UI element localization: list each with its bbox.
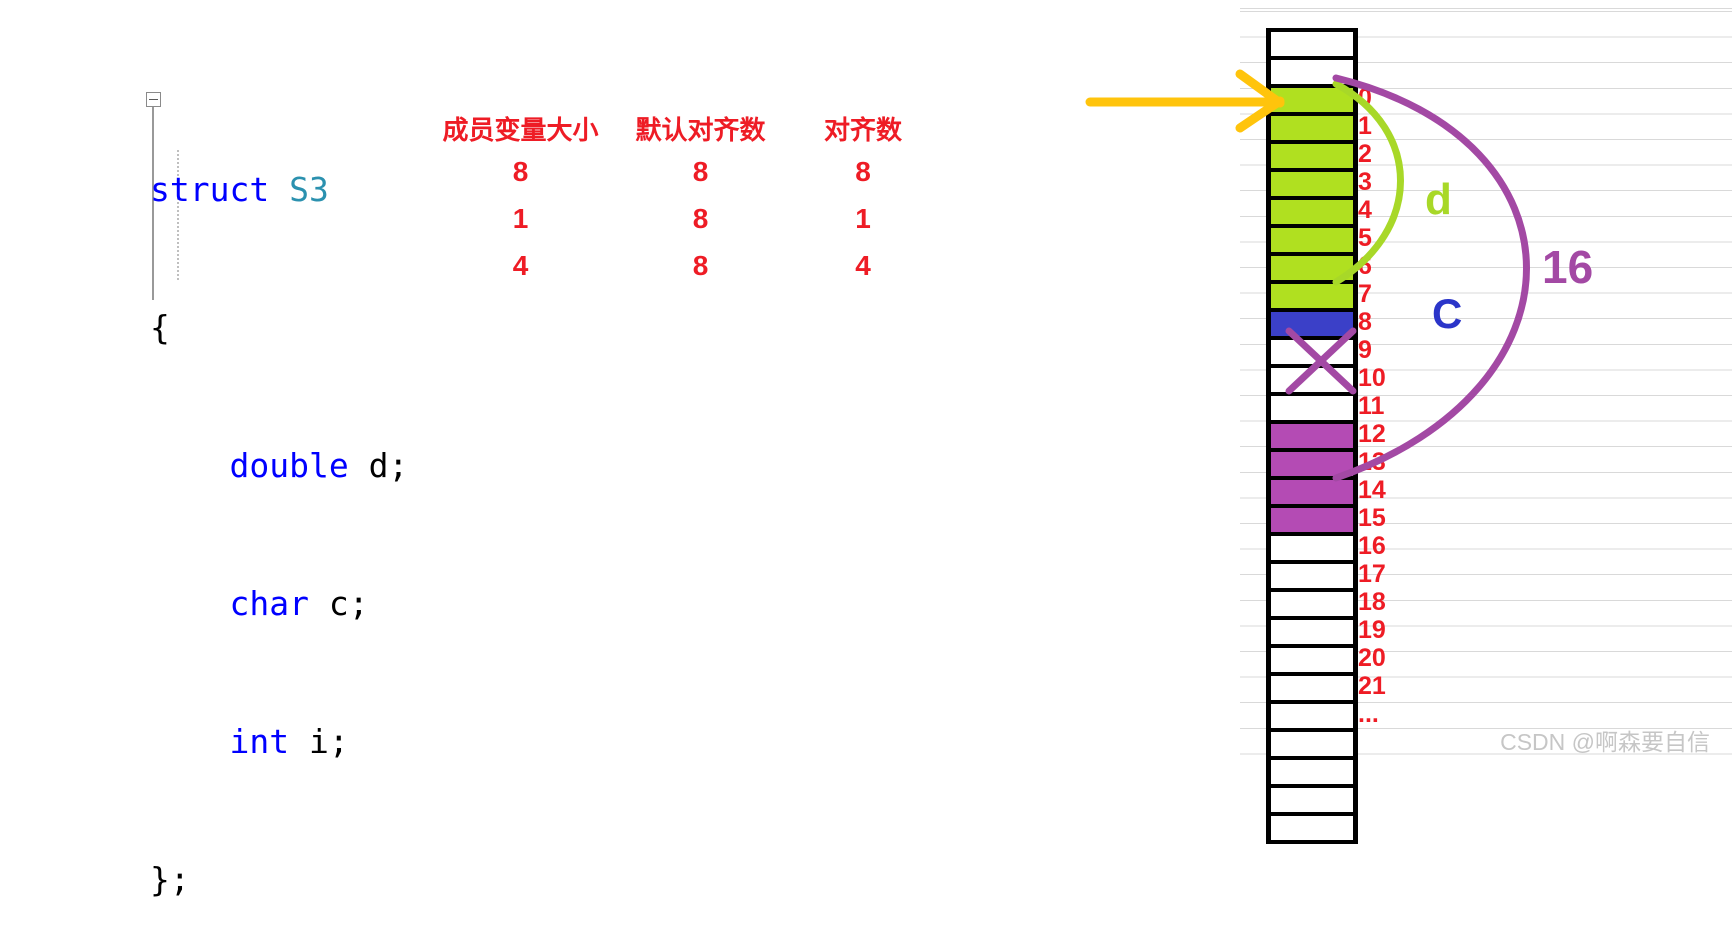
memory-index-label: 18 [1358,588,1386,616]
cell-default-align: 8 [692,250,709,281]
label-d: d [1425,175,1452,224]
code-line: int i; [150,719,480,765]
cell-member-size: 4 [512,250,529,281]
table-row: 8 8 8 [428,156,938,203]
memory-index-label: 21 [1358,672,1386,700]
size-brace-curves [1332,74,1530,482]
code-token: }; [150,860,190,899]
code-line: }; [150,857,480,903]
memory-cell [1271,788,1353,816]
cell-default-align: 8 [692,203,709,234]
cell-align: 1 [855,203,871,234]
memory-cell [1271,536,1353,564]
code-token: { [150,308,170,347]
padding-cross-icon [1285,327,1357,395]
cell-default-align: 8 [692,156,709,187]
memory-cell [1271,816,1353,844]
code-token: i; [308,722,349,761]
label-c: C [1432,290,1463,337]
code-token: int [229,722,309,761]
start-pointer-arrow [1085,69,1285,133]
code-line: char c; [150,581,480,627]
memory-cell [1271,704,1353,732]
memory-cell [1271,508,1353,536]
code-token: char [229,584,329,623]
column-header-member-size: 成员变量大小 [442,115,599,145]
memory-index-label: 16 [1358,532,1386,560]
column-header-align: 对齐数 [823,115,902,145]
code-token: c; [328,584,369,623]
memory-index-label: 17 [1358,560,1386,588]
code-line: double d; [150,443,480,489]
alignment-table: 成员变量大小 默认对齐数 对齐数 8 8 8 1 8 1 4 8 4 [428,110,938,297]
cell-align: 4 [855,250,871,281]
memory-cell [1271,620,1353,648]
code-token: double [229,446,369,485]
memory-cell [1271,648,1353,676]
memory-index-label: 15 [1358,504,1386,532]
memory-cell [1271,32,1353,60]
watermark: CSDN @啊森要自信 [1500,729,1710,755]
memory-cell [1271,592,1353,620]
code-line: { [150,305,480,351]
cell-align: 8 [855,156,871,187]
total-size-brace [1332,74,1530,482]
memory-index-label: 20 [1358,644,1386,672]
cell-member-size: 1 [512,203,529,234]
memory-cell [1271,732,1353,760]
memory-cell [1271,676,1353,704]
label-total-size: 16 [1542,241,1594,293]
code-token: d; [368,446,409,485]
code-token: struct [150,170,290,209]
table-row: 4 8 4 [428,250,938,297]
table-row: 1 8 1 [428,203,938,250]
cell-member-size: 8 [512,156,529,187]
memory-index-label: ... [1358,700,1379,728]
memory-cell [1271,760,1353,788]
column-header-default-align: 默认对齐数 [635,115,766,145]
table-header-row: 成员变量大小 默认对齐数 对齐数 [428,110,938,156]
memory-cell [1271,564,1353,592]
code-token: S3 [289,170,329,209]
d-size-brace [1332,80,1404,286]
memory-index-label: 19 [1358,616,1386,644]
